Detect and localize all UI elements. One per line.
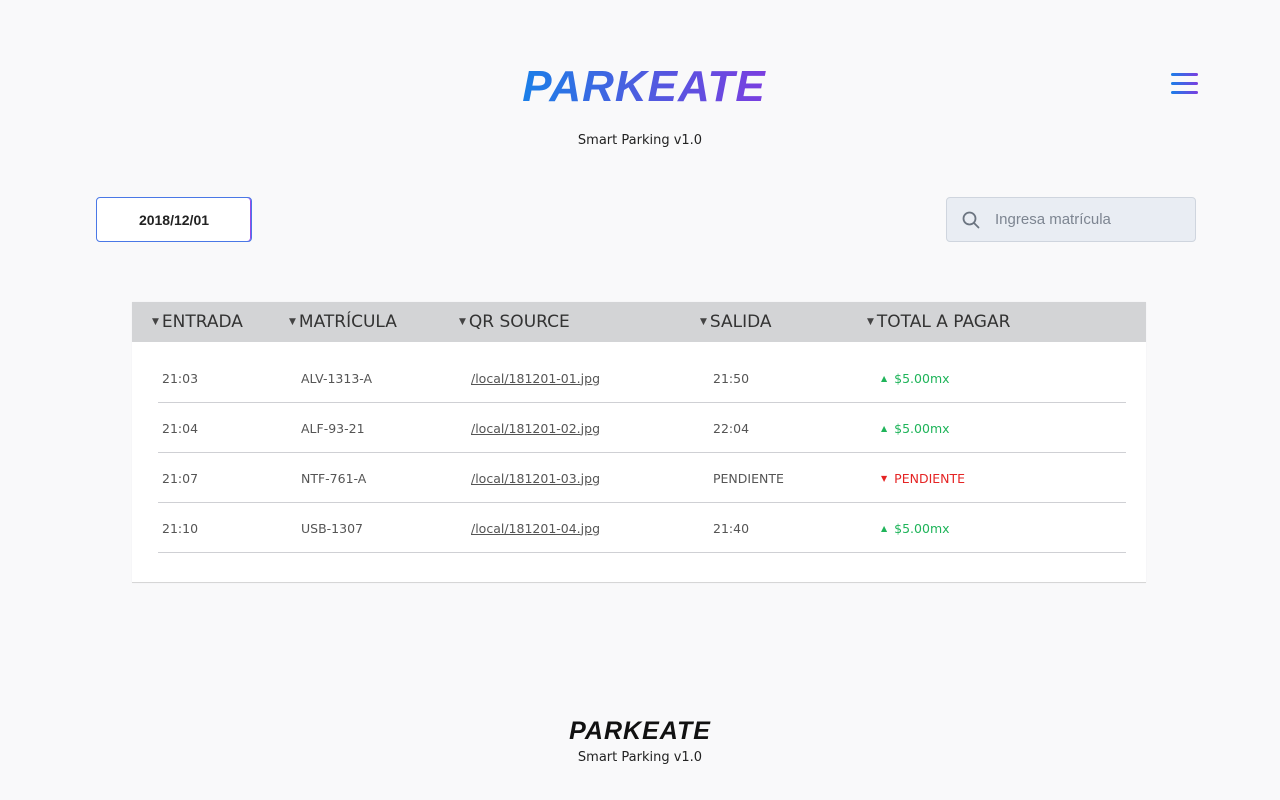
up-arrow-icon: ▲ xyxy=(881,523,888,533)
table-row: 21:07 NTF-761-A /local/181201-03.jpg PEN… xyxy=(158,453,1126,503)
footer-logo-text: PARKEATE xyxy=(569,717,711,745)
sort-caret-icon: ▼ xyxy=(152,317,159,327)
sort-caret-icon: ▼ xyxy=(459,317,466,327)
footer-subtitle: Smart Parking v1.0 xyxy=(577,750,703,765)
footer-logo: PARKEATE xyxy=(0,717,1280,746)
brand-logo: PARKEATE xyxy=(0,62,1280,112)
total-cell: ▼ PENDIENTE xyxy=(881,470,966,486)
up-arrow-icon: ▲ xyxy=(881,423,888,433)
column-header-matricula[interactable]: ▼ MATRÍCULA xyxy=(289,302,397,342)
salida-cell: 22:04 xyxy=(713,420,750,436)
total-cell: ▲ $5.00mx xyxy=(881,520,950,536)
total-cell: ▲ $5.00mx xyxy=(881,420,950,436)
up-arrow-icon: ▲ xyxy=(881,373,888,383)
sort-caret-icon: ▼ xyxy=(867,317,874,327)
hamburger-menu-icon[interactable] xyxy=(1170,72,1200,96)
entrada-cell: 21:04 xyxy=(162,420,199,436)
table-row: 21:04 ALF-93-21 /local/181201-02.jpg 22:… xyxy=(158,403,1126,453)
table-header: ▼ ENTRADA ▼ MATRÍCULA ▼ QR SOURCE ▼ SALI… xyxy=(132,302,1146,342)
license-plate-search-input[interactable] xyxy=(995,211,1185,228)
entrada-cell: 21:03 xyxy=(162,370,199,386)
sort-caret-icon: ▼ xyxy=(289,317,296,327)
down-arrow-icon: ▼ xyxy=(881,473,888,483)
brand-logo-text: PARKEATE xyxy=(522,62,766,111)
salida-cell: PENDIENTE xyxy=(713,470,784,486)
table-row: 21:03 ALV-1313-A /local/181201-01.jpg 21… xyxy=(158,353,1126,403)
table-row: 21:10 USB-1307 /local/181201-04.jpg 21:4… xyxy=(158,503,1126,553)
column-header-salida[interactable]: ▼ SALIDA xyxy=(700,302,772,342)
qr-source-link[interactable]: /local/181201-01.jpg xyxy=(471,353,600,403)
date-picker[interactable]: 2018/12/01 xyxy=(96,197,252,242)
matricula-cell: NTF-761-A xyxy=(301,470,367,486)
entrada-cell: 21:10 xyxy=(162,520,199,536)
matricula-cell: ALF-93-21 xyxy=(301,420,365,436)
parking-table: ▼ ENTRADA ▼ MATRÍCULA ▼ QR SOURCE ▼ SALI… xyxy=(132,302,1146,583)
search-icon xyxy=(947,211,995,229)
salida-cell: 21:40 xyxy=(713,520,750,536)
search-box[interactable] xyxy=(946,197,1196,242)
qr-source-link[interactable]: /local/181201-03.jpg xyxy=(471,453,600,503)
qr-source-link[interactable]: /local/181201-02.jpg xyxy=(471,403,600,453)
matricula-cell: ALV-1313-A xyxy=(301,370,373,386)
qr-source-link[interactable]: /local/181201-04.jpg xyxy=(471,503,600,553)
app-subtitle: Smart Parking v1.0 xyxy=(577,133,703,148)
column-header-total[interactable]: ▼ TOTAL A PAGAR xyxy=(867,302,1010,342)
column-header-entrada[interactable]: ▼ ENTRADA xyxy=(152,302,243,342)
sort-caret-icon: ▼ xyxy=(700,317,707,327)
salida-cell: 21:50 xyxy=(713,370,750,386)
column-header-qr-source[interactable]: ▼ QR SOURCE xyxy=(459,302,570,342)
entrada-cell: 21:07 xyxy=(162,470,199,486)
total-cell: ▲ $5.00mx xyxy=(881,370,950,386)
matricula-cell: USB-1307 xyxy=(301,520,363,536)
